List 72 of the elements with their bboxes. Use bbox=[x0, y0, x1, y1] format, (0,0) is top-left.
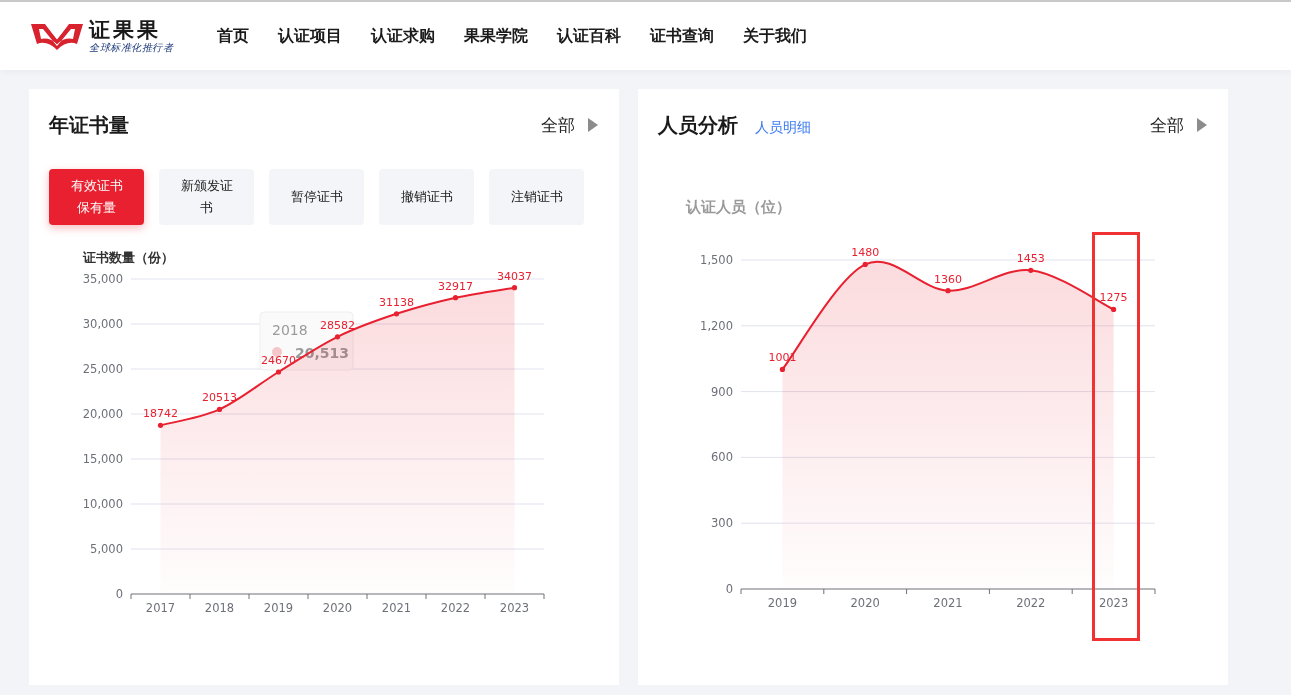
axis-tick-label: 20,000 bbox=[82, 407, 123, 421]
axis-title: 认证人员（位） bbox=[686, 198, 791, 216]
axis-tick-label: 2021 bbox=[381, 601, 412, 615]
axis-tick-label: 1,500 bbox=[700, 253, 733, 267]
detail-link[interactable]: 人员明细 bbox=[755, 118, 811, 137]
axis-tick-label: 25,000 bbox=[82, 362, 123, 376]
axis-tick-label: 2021 bbox=[933, 596, 963, 610]
axis-tick-label: 2020 bbox=[322, 601, 353, 615]
data-point bbox=[393, 311, 400, 317]
brand-slogan: 全球标准化推行者 bbox=[89, 42, 173, 53]
filter-tab[interactable]: 注销证书 bbox=[489, 169, 584, 225]
nav-link[interactable]: 关于我们 bbox=[743, 25, 807, 47]
data-label: 18742 bbox=[143, 407, 178, 421]
axis-tick-label: 1,200 bbox=[700, 318, 733, 333]
play-icon bbox=[1196, 117, 1208, 133]
data-point bbox=[275, 369, 282, 375]
data-point bbox=[1028, 267, 1034, 273]
data-point bbox=[452, 295, 459, 301]
axis-tick-label: 5,000 bbox=[90, 542, 123, 556]
data-point bbox=[216, 406, 223, 412]
data-point bbox=[779, 366, 785, 372]
panel-title: 年证书量 bbox=[49, 111, 129, 139]
axis-tick-label: 300 bbox=[711, 516, 733, 531]
data-label: 1275 bbox=[1099, 291, 1128, 305]
data-label: 28582 bbox=[320, 318, 355, 332]
axis-tick-label: 2023 bbox=[499, 601, 530, 615]
all-link[interactable]: 全部 bbox=[541, 113, 599, 137]
data-label: 31138 bbox=[379, 295, 414, 309]
axis-tick-label: 2017 bbox=[145, 601, 176, 615]
nav-link[interactable]: 首页 bbox=[217, 25, 249, 47]
filter-tab[interactable]: 撤销证书 bbox=[379, 169, 474, 225]
data-point bbox=[1111, 306, 1117, 312]
axis-tick-label: 10,000 bbox=[82, 497, 123, 511]
play-icon bbox=[587, 117, 599, 133]
data-point bbox=[945, 288, 951, 294]
data-point bbox=[862, 261, 868, 267]
data-label: 34037 bbox=[497, 269, 532, 283]
all-link[interactable]: 全部 bbox=[1150, 113, 1208, 137]
data-label: 20513 bbox=[202, 391, 237, 405]
data-label: 1480 bbox=[851, 246, 880, 260]
nav-link[interactable]: 果果学院 bbox=[464, 25, 528, 47]
axis-tick-label: 0 bbox=[115, 587, 123, 601]
axis-tick-label: 2022 bbox=[1016, 596, 1046, 610]
axis-tick-label: 2022 bbox=[440, 601, 471, 615]
data-label: 1360 bbox=[934, 272, 962, 286]
axis-title: 证书数量（份） bbox=[83, 250, 174, 265]
axis-tick-label: 600 bbox=[711, 450, 733, 465]
axis-tick-label: 2019 bbox=[263, 601, 294, 615]
data-label: 1453 bbox=[1016, 252, 1045, 266]
data-point bbox=[334, 334, 341, 340]
axis-tick-label: 30,000 bbox=[82, 317, 123, 331]
axis-tick-label: 35,000 bbox=[82, 272, 123, 286]
axis-tick-label: 2023 bbox=[1098, 596, 1129, 610]
data-point bbox=[511, 285, 518, 291]
data-label: 24670 bbox=[261, 354, 296, 367]
nav-link[interactable]: 认证项目 bbox=[278, 25, 342, 47]
axis-tick-label: 15,000 bbox=[82, 452, 123, 466]
brand-name: 证果果 bbox=[89, 19, 162, 41]
data-label: 32917 bbox=[438, 279, 473, 293]
axis-tick-label: 2020 bbox=[850, 596, 880, 610]
axis-tick-label: 0 bbox=[725, 582, 733, 596]
axis-tick-label: 2018 bbox=[204, 601, 235, 615]
nav-link[interactable]: 证书查询 bbox=[650, 25, 714, 47]
filter-tab[interactable]: 新颁发证书 bbox=[159, 169, 254, 225]
axis-tick-label: 2019 bbox=[767, 596, 798, 610]
axis-tick-label: 900 bbox=[711, 384, 733, 399]
filter-tab[interactable]: 暂停证书 bbox=[269, 169, 364, 225]
nav-link[interactable]: 认证求购 bbox=[371, 25, 435, 47]
data-point bbox=[157, 422, 164, 428]
nav-link[interactable]: 认证百科 bbox=[557, 25, 621, 47]
filter-tab[interactable]: 有效证书保有量 bbox=[49, 169, 144, 225]
panel-title: 人员分析 bbox=[658, 111, 738, 139]
